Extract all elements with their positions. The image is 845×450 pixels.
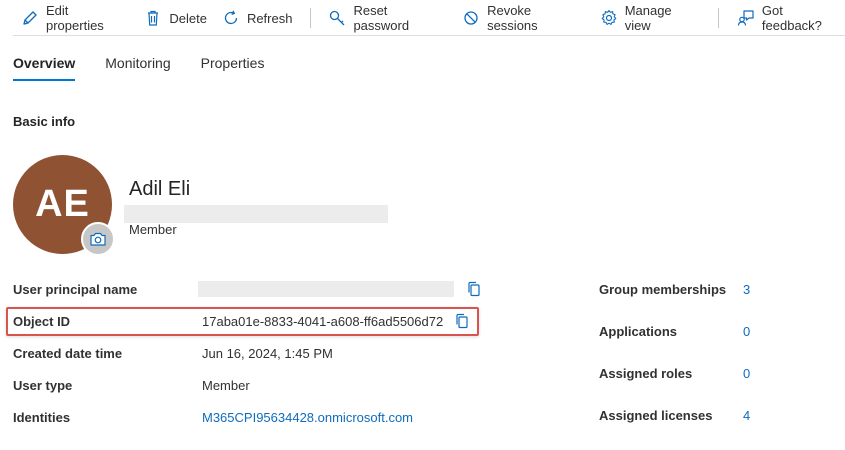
feedback-button[interactable]: Got feedback? [737,0,845,36]
tab-bar: Overview Monitoring Properties [13,55,294,81]
property-label-created: Created date time [13,346,123,361]
identities-link[interactable]: M365CPI95634428.onmicrosoft.com [202,410,413,425]
tab-properties[interactable]: Properties [201,55,265,81]
copy-icon [466,281,482,300]
manage-view-label: Manage view [624,3,672,33]
applications-link[interactable]: 0 [743,324,750,339]
property-value-created: Jun 16, 2024, 1:45 PM [202,346,333,361]
stat-label-applications: Applications [599,324,678,339]
delete-button[interactable]: Delete [144,0,207,36]
property-label-object-id: Object ID [13,314,71,329]
user-role: Member [129,222,177,237]
trash-icon [144,9,162,27]
avatar-initials: AE [35,183,90,225]
reset-password-label: Reset password [353,3,410,33]
gear-icon [600,9,618,27]
tab-monitoring[interactable]: Monitoring [105,55,170,81]
refresh-button[interactable]: Refresh [222,0,293,36]
refresh-icon [222,9,240,27]
assigned-roles-link[interactable]: 0 [743,366,750,381]
section-title: Basic info [13,114,76,129]
command-bar: Edit properties Delete Refresh Reset pas… [0,0,845,36]
feedback-person-icon [737,9,755,27]
change-photo-button[interactable] [81,222,115,256]
toolbar-divider [717,8,719,28]
key-search-icon [328,9,346,27]
copy-object-id-button[interactable] [454,313,470,329]
property-value-user-type: Member [202,378,250,393]
toolbar-divider-line [13,35,845,36]
manage-view-button[interactable]: Manage view [600,0,700,36]
copy-upn-button[interactable] [466,281,482,297]
stat-label-assigned-licenses: Assigned licenses [599,408,713,423]
property-label-identities: Identities [13,410,71,425]
camera-icon [89,231,107,247]
property-label-user-type: User type [13,378,73,393]
property-value-object-id: 17aba01e-8833-4041-a608-ff6ad5506d72 [202,314,444,329]
copy-icon [454,313,470,332]
redacted-upn [198,281,454,297]
toolbar-divider [310,8,312,28]
edit-properties-label: Edit properties [46,3,104,33]
group-memberships-link[interactable]: 3 [743,282,750,297]
refresh-label: Refresh [246,10,293,26]
redacted-email [124,205,388,223]
stat-label-group-memberships: Group memberships [599,282,727,297]
pencil-icon [21,9,39,27]
delete-label: Delete [169,10,207,26]
revoke-sessions-button[interactable]: Revoke sessions [462,0,584,36]
stat-label-assigned-roles: Assigned roles [599,366,693,381]
revoke-sessions-label: Revoke sessions [487,3,538,33]
feedback-label: Got feedback? [761,3,822,33]
property-label-upn: User principal name [13,282,138,297]
reset-password-button[interactable]: Reset password [328,0,445,36]
prohibited-icon [462,9,480,27]
user-display-name: Adil Eli [129,178,191,200]
edit-properties-button[interactable]: Edit properties [21,0,128,36]
tab-overview[interactable]: Overview [13,55,76,81]
assigned-licenses-link[interactable]: 4 [743,408,750,423]
